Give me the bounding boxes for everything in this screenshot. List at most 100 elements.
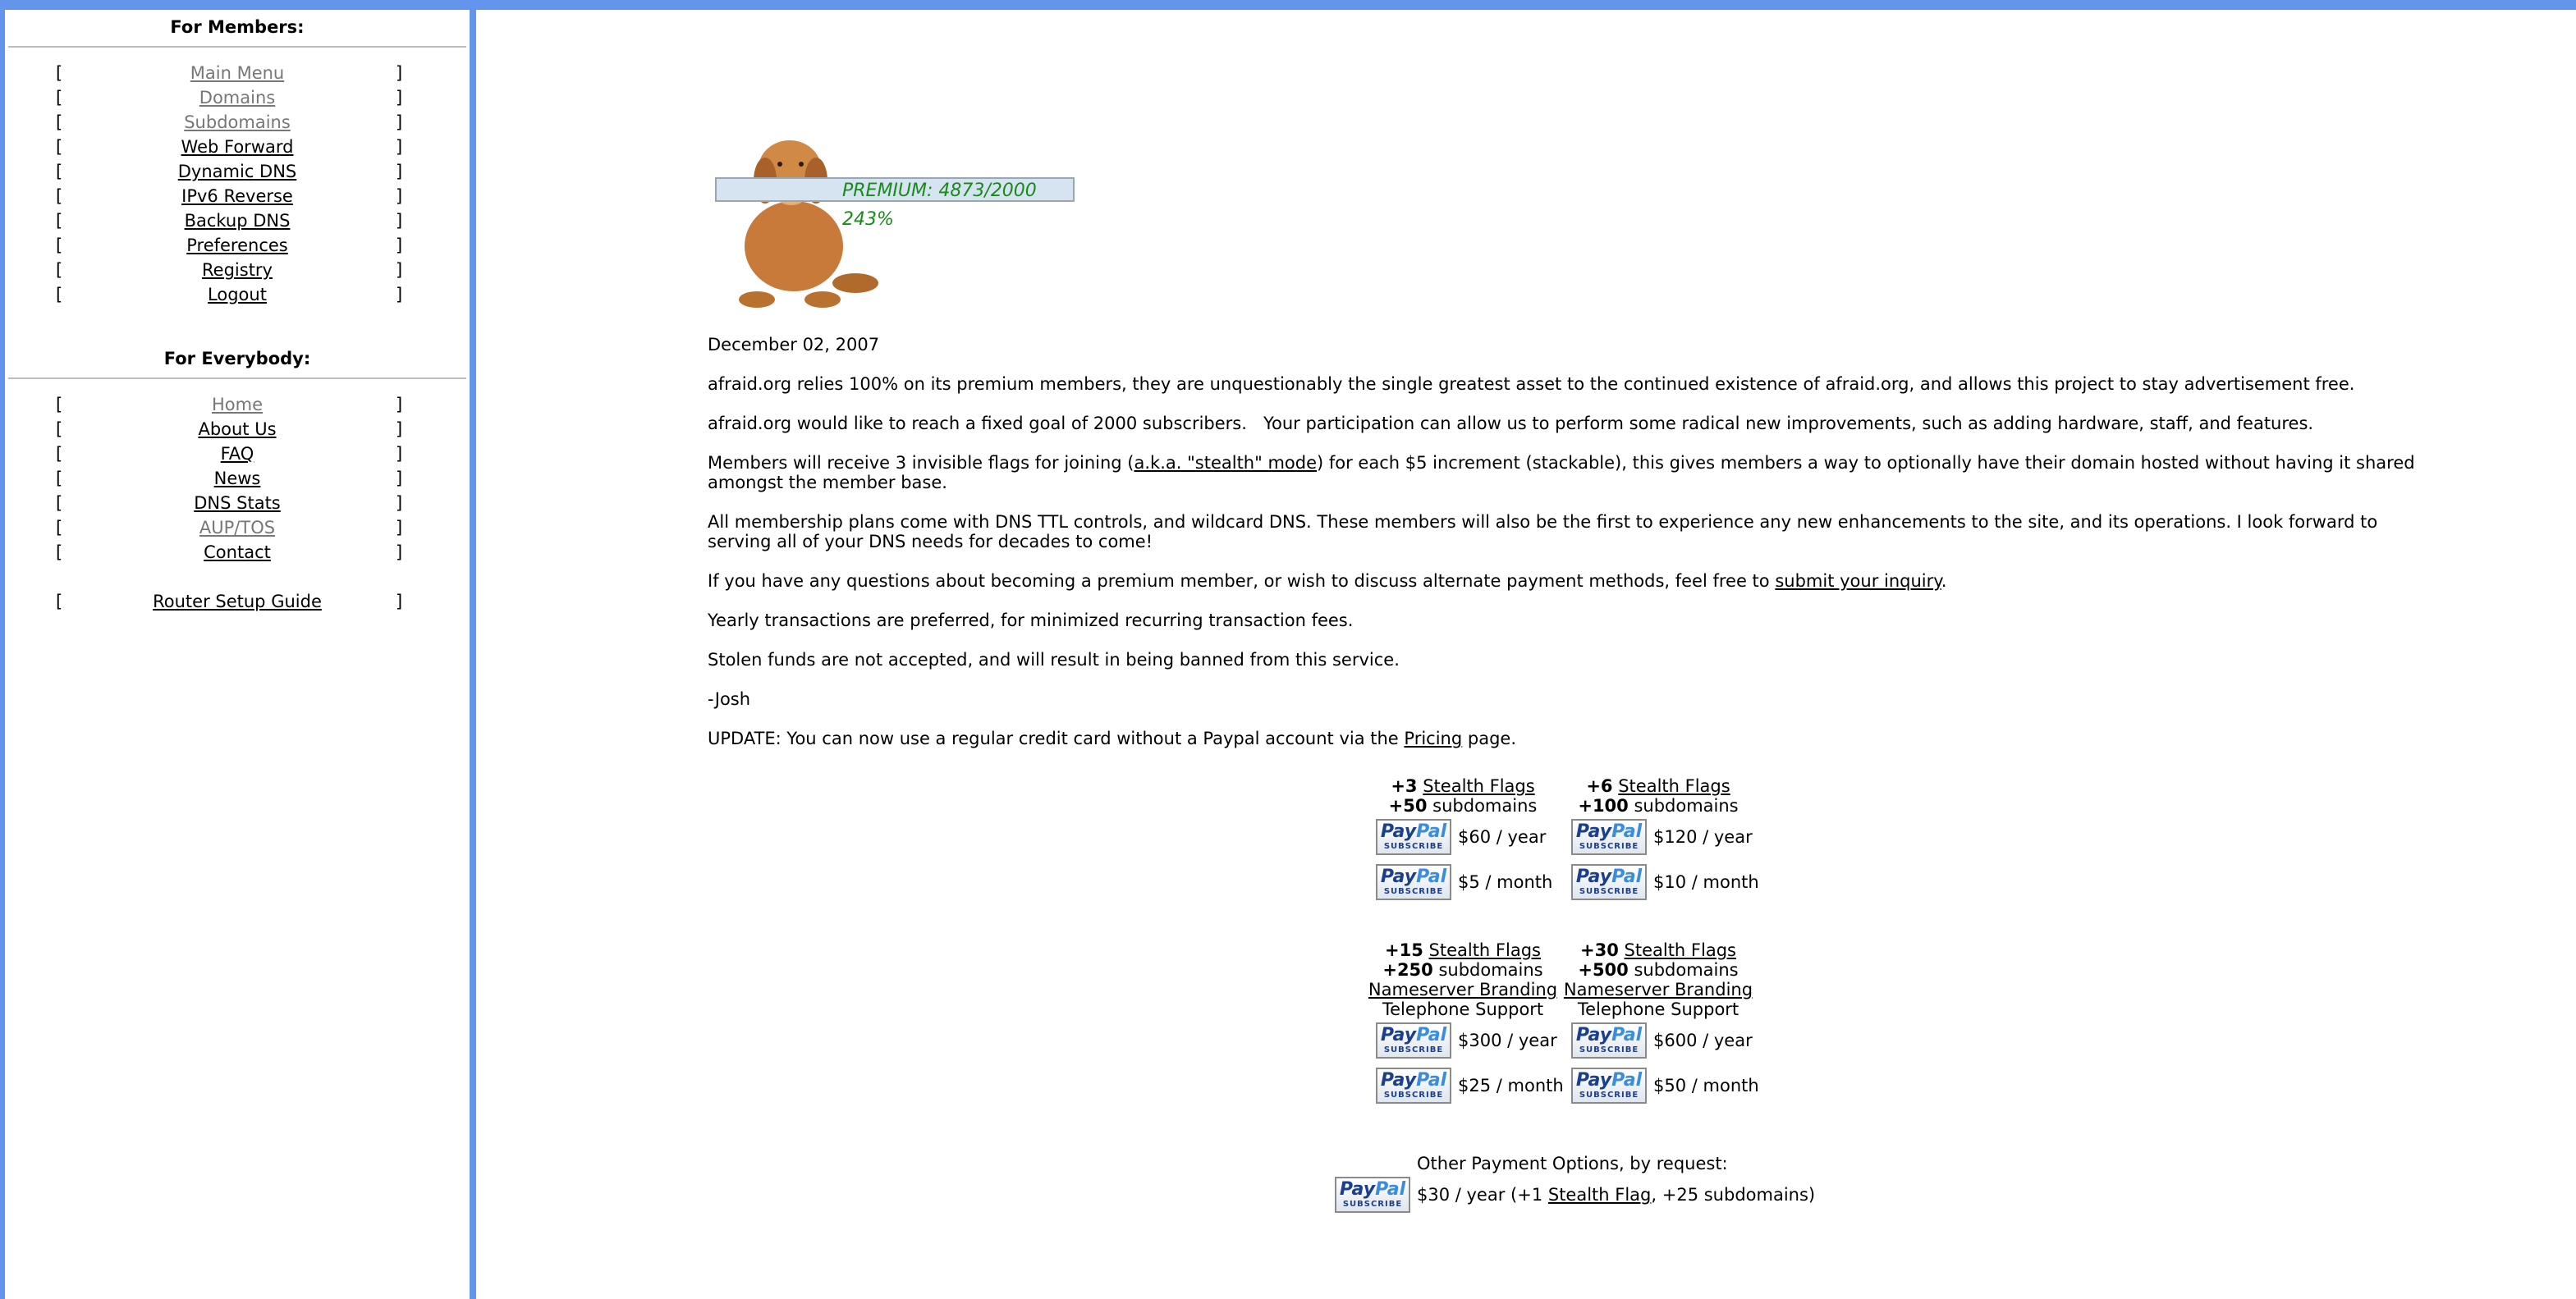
members-heading: For Members: <box>170 17 305 37</box>
paypal-subscribe-button[interactable]: PayPal SUBSCRIBE <box>1376 1068 1451 1104</box>
plan-price-year: $300 / year <box>1458 1031 1557 1050</box>
sidebar-item-about-us: [About Us] <box>5 417 470 441</box>
paypal-pay-text: Pay <box>1575 1070 1612 1091</box>
sidebar-link-registry[interactable]: Registry <box>202 260 273 280</box>
stealth-flags-link[interactable]: Stealth Flags <box>1429 940 1541 960</box>
paypal-pay-text: Pay <box>1575 1025 1612 1045</box>
sidebar-item-dns-stats: [DNS Stats] <box>5 491 470 515</box>
sidebar-link-domains[interactable]: Domains <box>199 88 275 107</box>
paypal-subscribe-button[interactable]: PayPal SUBSCRIBE <box>1376 819 1451 855</box>
sidebar-link-ipv6-reverse[interactable]: IPv6 Reverse <box>181 186 293 206</box>
sidebar-item-router-setup-guide: [ Router Setup Guide ] <box>5 589 470 614</box>
paypal-subscribe-text: SUBSCRIBE <box>1383 1091 1444 1100</box>
stealth-mode-link[interactable]: a.k.a. "stealth" mode <box>1134 453 1318 473</box>
text: Members will receive 3 invisible flags f… <box>708 453 1134 473</box>
paypal-subscribe-button[interactable]: PayPal SUBSCRIBE <box>1376 864 1451 900</box>
everybody-menu: [Home][About Us][FAQ][News][DNS Stats][A… <box>5 392 470 565</box>
sidebar-link-contact[interactable]: Contact <box>204 542 271 562</box>
sidebar-item-subdomains: [Subdomains] <box>5 110 470 135</box>
paypal-pal-text: Pal <box>1611 1070 1643 1091</box>
sidebar-item-dynamic-dns: [Dynamic DNS] <box>5 159 470 184</box>
nameserver-branding-link[interactable]: Nameserver Branding <box>1564 980 1753 999</box>
paypal-subscribe-button[interactable]: PayPal SUBSCRIBE <box>1571 1068 1647 1104</box>
plan-subdomains-count: +50 <box>1388 796 1428 816</box>
sidebar-link-web-forward[interactable]: Web Forward <box>181 137 294 157</box>
paypal-subscribe-text: SUBSCRIBE <box>1383 887 1444 896</box>
sidebar-link-faq[interactable]: FAQ <box>221 444 254 464</box>
pricing-link[interactable]: Pricing <box>1404 729 1462 748</box>
paypal-subscribe-button[interactable]: PayPal SUBSCRIBE <box>1376 1022 1451 1059</box>
paypal-subscribe-button[interactable]: PayPal SUBSCRIBE <box>1335 1177 1410 1213</box>
paypal-pal-text: Pal <box>1416 1025 1447 1045</box>
bracket-close: ] <box>396 236 403 255</box>
paypal-subscribe-text: SUBSCRIBE <box>1342 1200 1403 1209</box>
plan-flags-count: +30 <box>1580 940 1619 960</box>
paypal-logo-icon: PayPal <box>1377 867 1450 887</box>
sidebar-link-aup-tos[interactable]: AUP/TOS <box>199 518 275 537</box>
members-rule <box>8 46 466 48</box>
plan-p4-header: +30 Stealth Flags +500 subdomains Nameserv… <box>1535 940 1781 1019</box>
stealth-flags-link[interactable]: Stealth Flags <box>1618 776 1730 796</box>
bracket-close: ] <box>396 88 403 107</box>
paypal-subscribe-text: SUBSCRIBE <box>1579 1091 1639 1100</box>
stealth-flags-link[interactable]: Stealth Flags <box>1625 940 1736 960</box>
top-accent-bar <box>0 0 2576 10</box>
paypal-pal-text: Pal <box>1375 1179 1406 1200</box>
bracket-close: ] <box>396 211 403 231</box>
paypal-subscribe-button[interactable]: PayPal SUBSCRIBE <box>1571 1022 1647 1059</box>
paragraph-questions: If you have any questions about becoming… <box>708 571 2432 591</box>
bracket-close: ] <box>396 469 403 488</box>
router-setup-guide-link[interactable]: Router Setup Guide <box>153 592 322 611</box>
bracket-close: ] <box>396 518 403 537</box>
sidebar-link-backup-dns[interactable]: Backup DNS <box>185 211 291 231</box>
paragraph-stolen-funds: Stolen funds are not accepted, and will … <box>708 650 1400 670</box>
paypal-subscribe-text: SUBSCRIBE <box>1383 1045 1444 1054</box>
paypal-logo-icon: PayPal <box>1573 1026 1645 1045</box>
paypal-logo-icon: PayPal <box>1377 822 1450 842</box>
members-menu: [Main Menu][Domains][Subdomains][Web For… <box>5 61 470 307</box>
sidebar-item-news: [News] <box>5 466 470 491</box>
sidebar-item-registry: [Registry] <box>5 258 470 282</box>
paypal-subscribe-button[interactable]: PayPal SUBSCRIBE <box>1571 819 1647 855</box>
paragraph-stealth-flags: Members will receive 3 invisible flags f… <box>708 453 2432 492</box>
text: , +25 subdomains) <box>1651 1185 1816 1205</box>
text: . <box>1941 571 1947 591</box>
sidebar-item-ipv6-reverse: [IPv6 Reverse] <box>5 184 470 208</box>
paypal-pal-text: Pal <box>1611 1025 1643 1045</box>
bracket-close: ] <box>396 285 403 304</box>
bracket-close: ] <box>396 162 403 181</box>
paypal-pay-text: Pay <box>1575 867 1612 887</box>
sidebar-link-main-menu[interactable]: Main Menu <box>190 63 284 83</box>
plan-price-year: $600 / year <box>1653 1031 1753 1050</box>
sidebar: For Members: [Main Menu][Domains][Subdom… <box>5 10 470 614</box>
paypal-subscribe-button[interactable]: PayPal SUBSCRIBE <box>1571 864 1647 900</box>
sidebar-item-contact: [Contact] <box>5 540 470 565</box>
submit-inquiry-link[interactable]: submit your inquiry <box>1775 571 1941 591</box>
paypal-subscribe-text: SUBSCRIBE <box>1579 887 1639 896</box>
sidebar-link-news[interactable]: News <box>214 469 261 488</box>
bracket-close: ] <box>396 444 403 464</box>
sidebar-link-about-us[interactable]: About Us <box>198 419 276 439</box>
everybody-heading: For Everybody: <box>163 349 311 368</box>
premium-percent-text: 243% <box>842 209 894 230</box>
sidebar-item-home: [Home] <box>5 392 470 417</box>
paypal-subscribe-text: SUBSCRIBE <box>1579 1045 1639 1054</box>
sidebar-link-home[interactable]: Home <box>212 395 263 414</box>
news-date: December 02, 2007 <box>708 335 880 354</box>
sidebar-link-logout[interactable]: Logout <box>208 285 267 304</box>
stealth-flags-link[interactable]: Stealth Flags <box>1423 776 1534 796</box>
sidebar-link-subdomains[interactable]: Subdomains <box>184 112 291 132</box>
sidebar-link-dns-stats[interactable]: DNS Stats <box>194 493 281 513</box>
other-payment-heading: Other Payment Options, by request: <box>1417 1154 1728 1173</box>
sidebar-link-dynamic-dns[interactable]: Dynamic DNS <box>178 162 297 181</box>
paypal-pal-text: Pal <box>1416 1070 1447 1091</box>
sidebar-link-preferences[interactable]: Preferences <box>186 236 288 255</box>
plan-flags-line: +6 Stealth Flags <box>1535 776 1781 796</box>
nameserver-branding-link[interactable]: Nameserver Branding <box>1368 980 1557 999</box>
plan-flags-count: +15 <box>1385 940 1423 960</box>
sidebar-item-faq: [FAQ] <box>5 441 470 466</box>
paragraph-plan-features: All membership plans come with DNS TTL c… <box>708 512 2378 551</box>
bracket-close: ] <box>396 260 403 280</box>
stealth-flag-link[interactable]: Stealth Flag <box>1548 1185 1652 1205</box>
paypal-pay-text: Pay <box>1575 821 1612 842</box>
